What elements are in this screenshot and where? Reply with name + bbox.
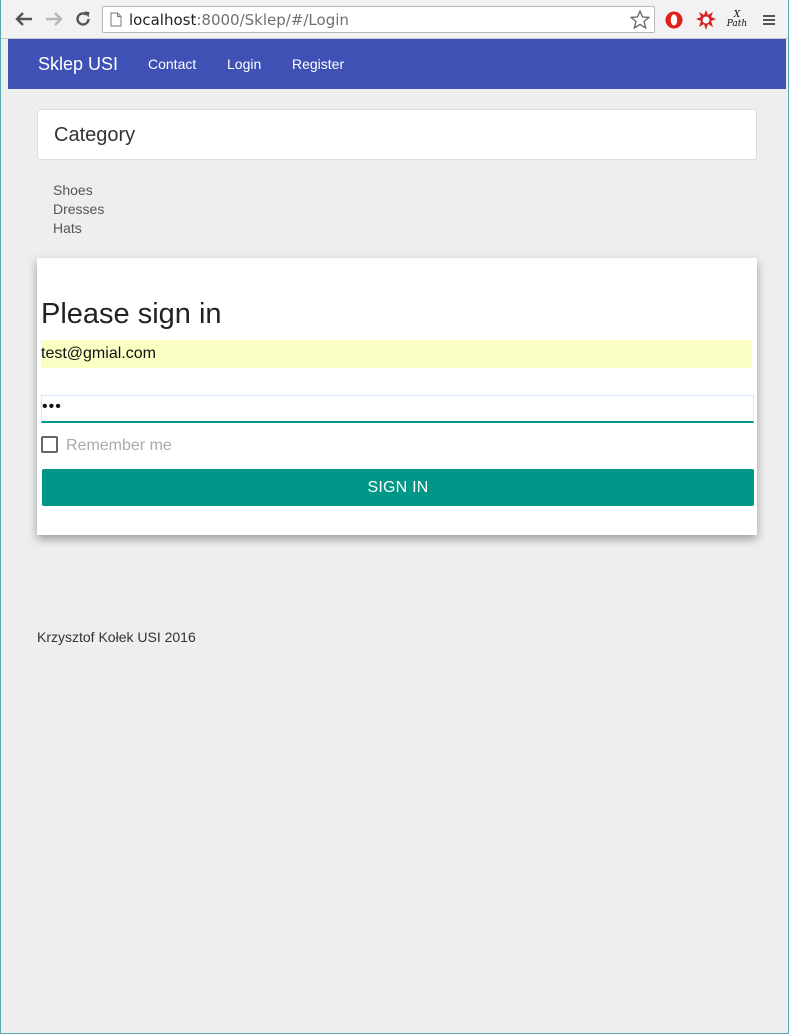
- footer-text: Krzysztof Kołek USI 2016: [37, 629, 196, 645]
- xpath-ext-label-bottom: Path: [726, 19, 748, 29]
- remember-me-label: Remember me: [66, 437, 172, 454]
- category-panel: Category: [37, 109, 757, 160]
- password-field[interactable]: •••: [41, 395, 754, 423]
- menu-icon[interactable]: [758, 9, 780, 31]
- category-item-dresses[interactable]: Dresses: [53, 201, 104, 220]
- nav-link-contact[interactable]: Contact: [148, 56, 196, 72]
- login-title: Please sign in: [41, 298, 222, 330]
- category-list: Shoes Dresses Hats: [53, 182, 104, 239]
- nav-link-register[interactable]: Register: [292, 56, 344, 72]
- url-text: localhost:8000/Sklep/#/Login: [129, 11, 349, 29]
- browser-toolbar: localhost:8000/Sklep/#/Login X Path: [1, 0, 788, 39]
- navbar-brand[interactable]: Sklep USI: [38, 54, 118, 75]
- bug-ext-icon[interactable]: [695, 9, 717, 31]
- forward-arrow-icon[interactable]: [43, 8, 65, 30]
- back-arrow-icon[interactable]: [13, 8, 35, 30]
- page-icon: [110, 12, 122, 32]
- opera-ext-icon[interactable]: [663, 9, 685, 31]
- navbar: Sklep USI Contact Login Register: [8, 39, 786, 89]
- xpath-ext-icon[interactable]: X Path: [726, 9, 748, 31]
- url-path: :8000/Sklep/#/Login: [196, 11, 349, 29]
- email-field[interactable]: test@gmial.com: [41, 340, 752, 368]
- category-item-hats[interactable]: Hats: [53, 220, 104, 239]
- browser-window: localhost:8000/Sklep/#/Login X Path Skle…: [0, 0, 789, 1034]
- password-value: •••: [42, 398, 62, 415]
- remember-me-checkbox[interactable]: [41, 436, 58, 453]
- url-host: localhost: [129, 11, 197, 29]
- address-bar[interactable]: localhost:8000/Sklep/#/Login: [102, 6, 655, 33]
- email-value: test@gmial.com: [41, 345, 156, 362]
- bookmark-star-icon[interactable]: [629, 9, 651, 34]
- login-card: Please sign in test@gmial.com ••• Rememb…: [37, 258, 757, 535]
- nav-link-login[interactable]: Login: [227, 56, 261, 72]
- category-title: Category: [54, 124, 136, 146]
- category-item-shoes[interactable]: Shoes: [53, 182, 104, 201]
- reload-icon[interactable]: [72, 8, 94, 30]
- sign-in-button[interactable]: SIGN IN: [42, 469, 754, 506]
